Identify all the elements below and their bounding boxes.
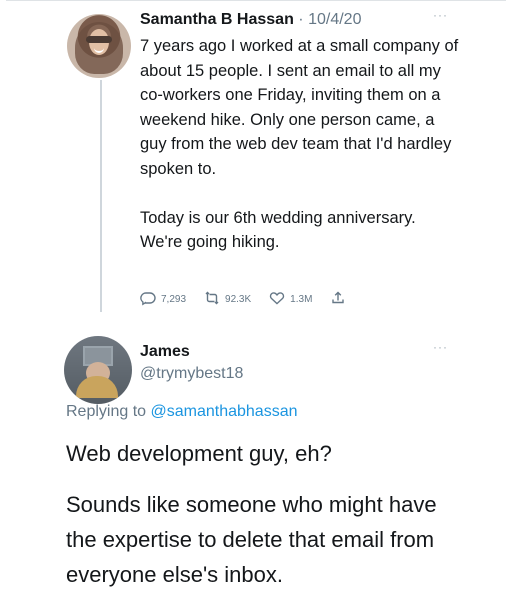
avatar-glasses [86,36,112,43]
reply-action[interactable]: 7,293 [140,290,186,309]
reply-author-handle[interactable]: @trymybest18 [140,364,243,384]
reply-line-1: Web development guy, eh? [66,441,332,466]
tweet-paragraph-1: 7 years ago I worked at a small company … [140,37,459,178]
retweet-action[interactable]: 92.3K [204,290,251,309]
like-count: 1.3M [290,293,313,305]
reply-tweet: James @trymybest18 ··· Replying to @sama… [0,320,514,600]
tweet-actions: 7,293 92.3K 1.3M [140,287,440,311]
tweet-more-icon[interactable]: ··· [433,8,448,22]
like-action[interactable]: 1.3M [269,290,312,309]
retweet-icon [204,290,220,309]
replying-to-prefix: Replying to [66,403,151,420]
samantha-avatar[interactable] [67,14,131,78]
author-name[interactable]: Samantha B Hassan [140,11,294,28]
reply-count: 7,293 [161,293,187,305]
replying-to-mention[interactable]: @samanthabhassan [151,403,298,420]
parent-tweet: Samantha B Hassan · 10/4/20 ··· 7 years … [0,0,514,320]
thread-line [100,80,102,312]
avatar-shirt [76,376,118,398]
reply-author-name[interactable]: James [140,342,243,362]
reply-line-2: Sounds like someone who might have the e… [66,492,437,587]
reply-icon [140,290,156,309]
reply-header: James @trymybest18 [140,342,243,384]
heart-icon [269,290,285,309]
james-avatar[interactable] [64,336,132,404]
reply-more-icon[interactable]: ··· [433,340,448,354]
tweet-paragraph-2: Today is our 6th wedding anniversary. We… [140,208,416,252]
screenshot-page: Samantha B Hassan · 10/4/20 ··· 7 years … [0,0,514,600]
tweet-header: Samantha B Hassan · 10/4/20 [140,10,361,30]
header-separator: · [298,11,304,28]
tweet-body: 7 years ago I worked at a small company … [140,34,460,255]
share-action[interactable] [330,290,346,309]
tweet-date[interactable]: 10/4/20 [308,11,361,28]
retweet-count: 92.3K [225,293,252,305]
share-icon [330,290,346,309]
replying-to-line: Replying to @samanthabhassan [66,401,298,423]
reply-body: Web development guy, eh? Sounds like som… [66,436,466,592]
